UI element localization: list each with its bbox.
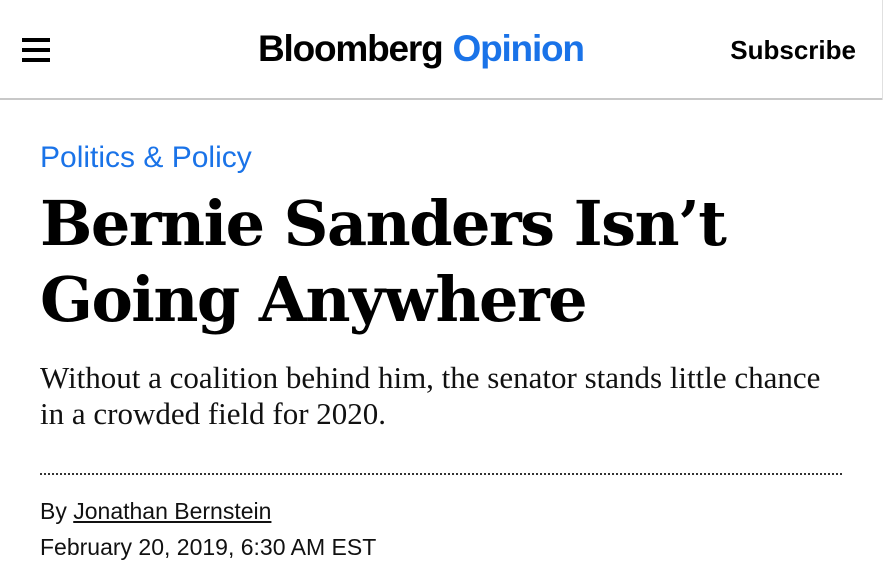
byline: By Jonathan Bernstein bbox=[40, 496, 271, 526]
author-link[interactable]: Jonathan Bernstein bbox=[73, 498, 271, 524]
menu-bar bbox=[22, 48, 50, 52]
logo-section: Opinion bbox=[452, 28, 585, 69]
logo-brand: Bloomberg bbox=[258, 28, 444, 69]
article-headline: Bernie Sanders Isn’t Going Anywhere bbox=[40, 186, 860, 338]
site-header: Bloomberg Opinion Subscribe bbox=[0, 0, 882, 100]
category-link[interactable]: Politics & Policy bbox=[40, 140, 252, 176]
subscribe-button[interactable]: Subscribe bbox=[730, 32, 856, 68]
headline-line-1: Bernie Sanders Isn’t bbox=[40, 187, 727, 260]
byline-prefix: By bbox=[40, 498, 67, 524]
menu-bar bbox=[22, 58, 50, 62]
headline-line-2: Going Anywhere bbox=[40, 263, 588, 336]
publish-date: February 20, 2019, 6:30 AM EST bbox=[40, 534, 377, 560]
menu-bar bbox=[22, 38, 50, 42]
dotted-divider bbox=[40, 473, 842, 475]
hamburger-menu-icon[interactable] bbox=[22, 38, 50, 62]
page-edge-divider bbox=[882, 0, 883, 100]
site-logo[interactable]: Bloomberg Opinion bbox=[258, 24, 585, 74]
article-dek: Without a coalition behind him, the sena… bbox=[40, 360, 821, 431]
